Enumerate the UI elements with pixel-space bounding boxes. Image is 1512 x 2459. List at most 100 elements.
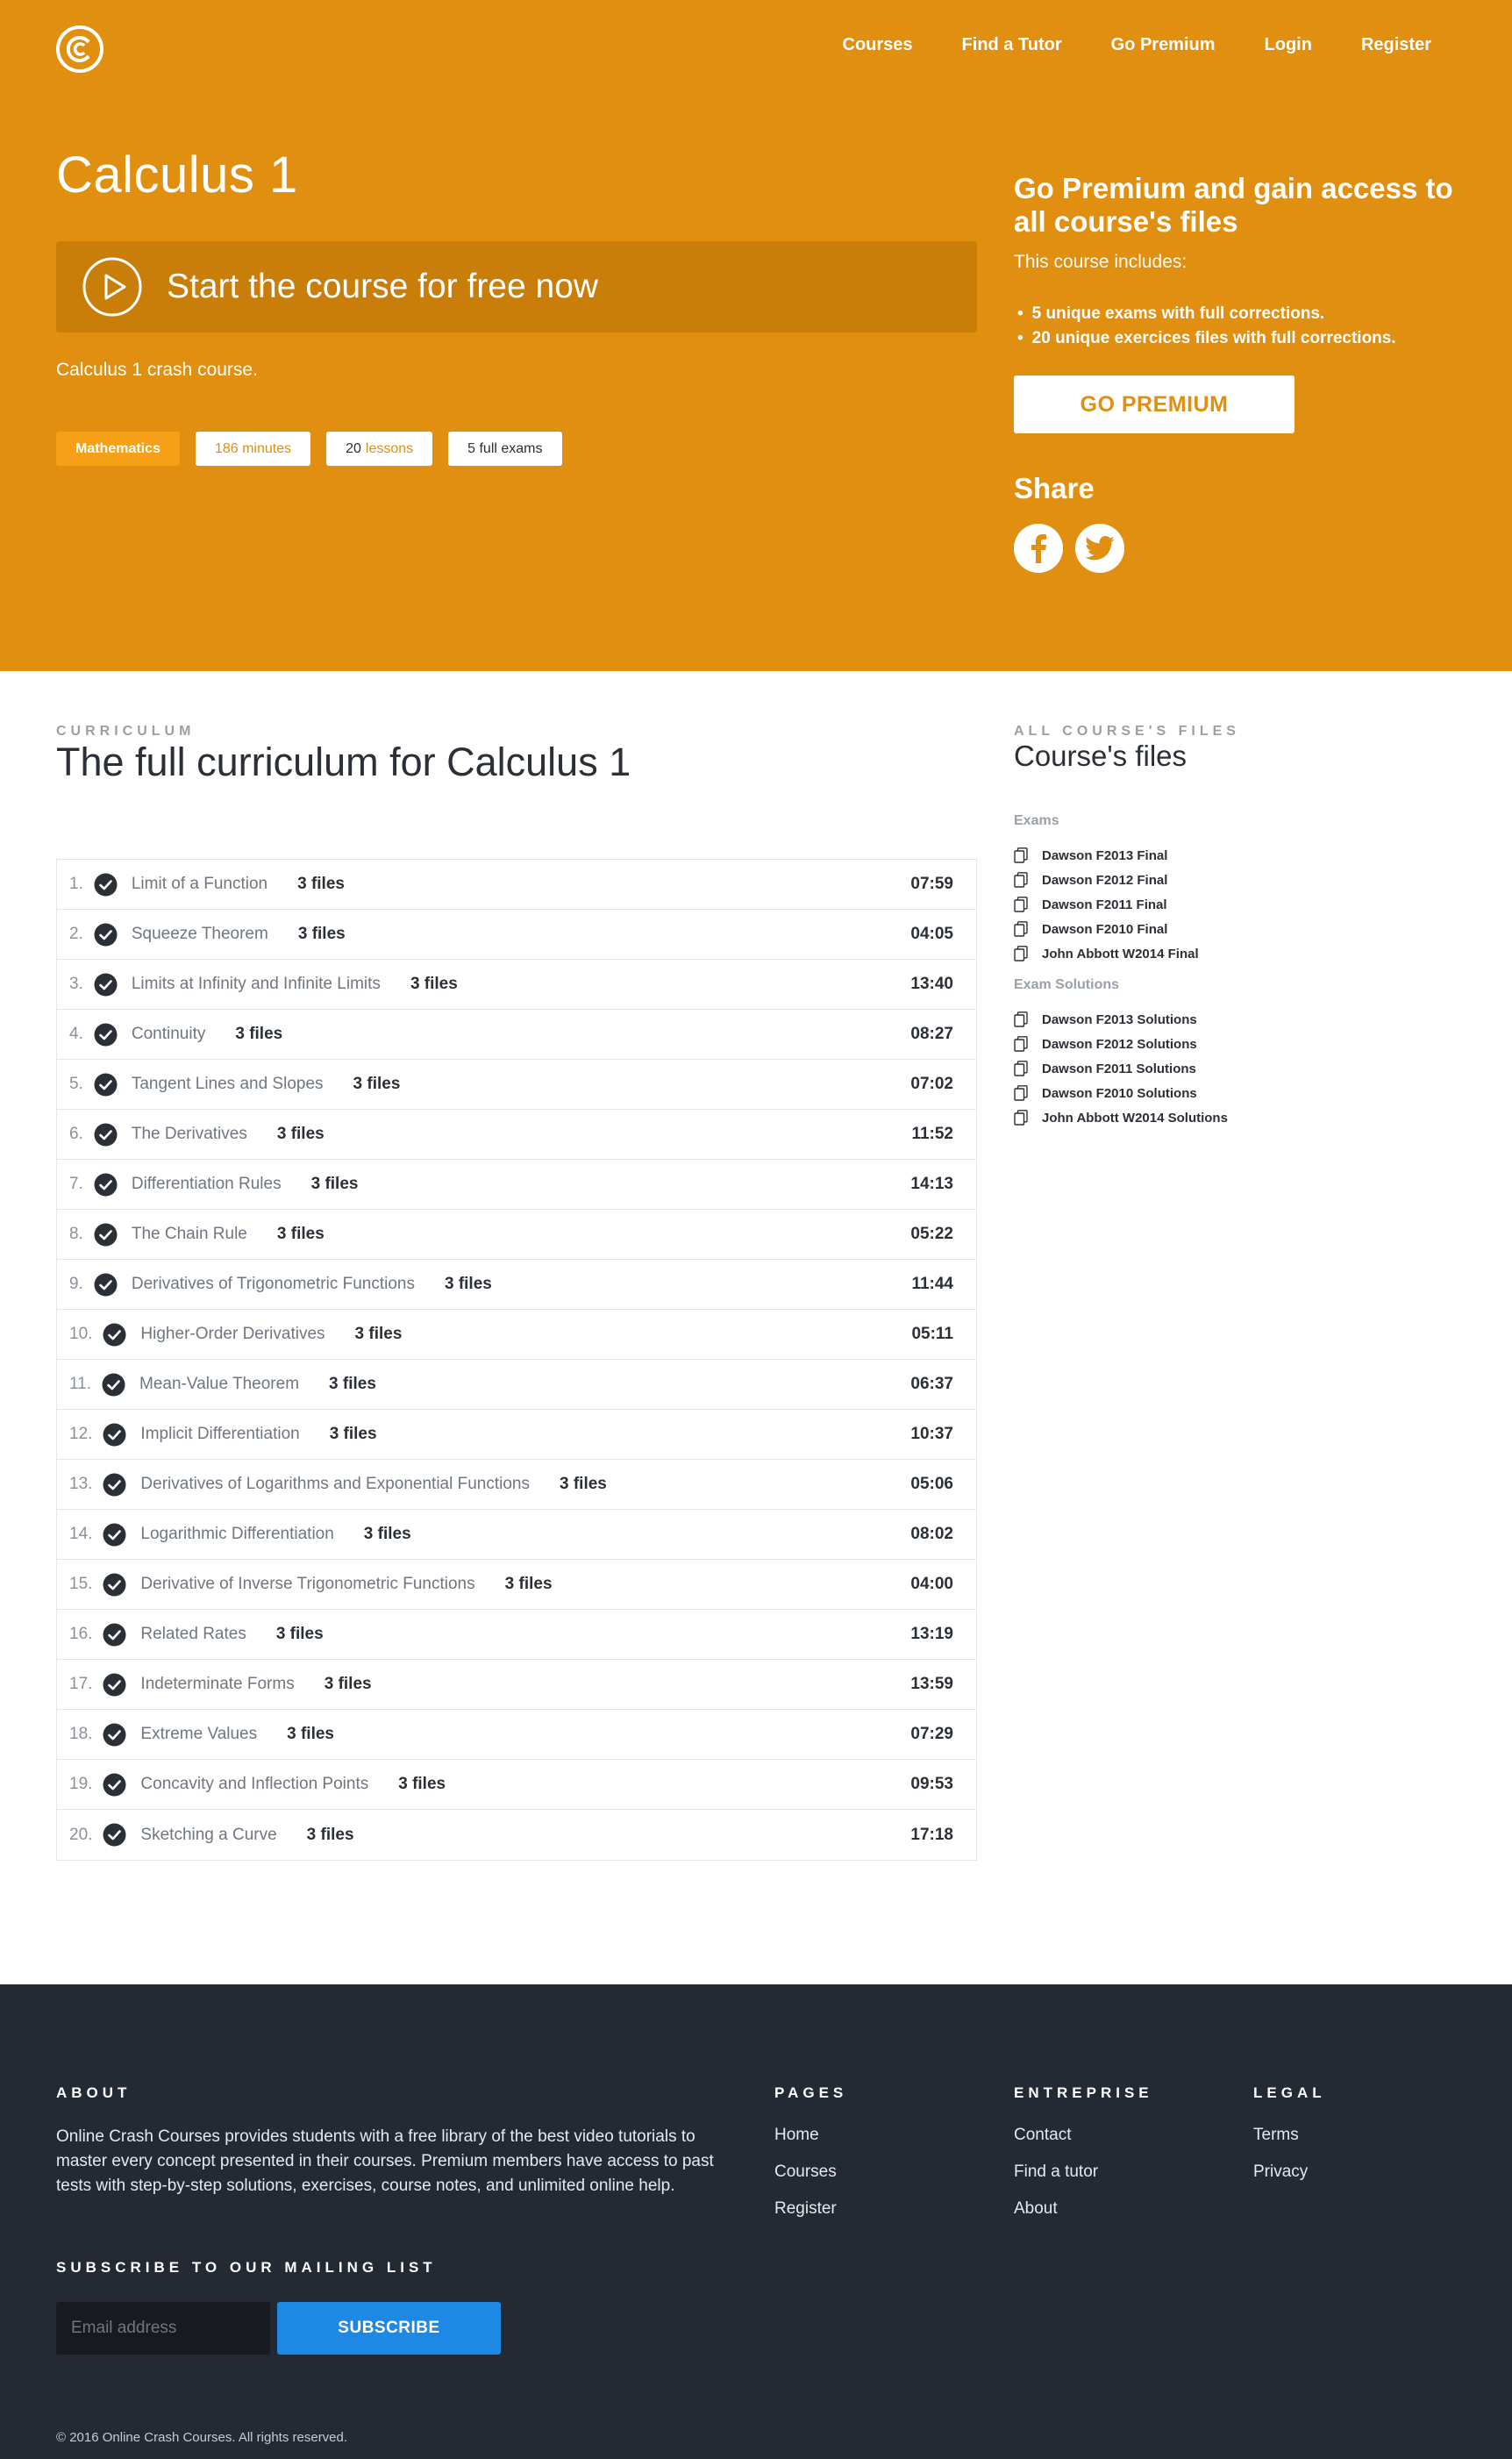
lesson-row[interactable]: 15. Derivative of Inverse Trigonometric F…: [57, 1560, 976, 1610]
lesson-row[interactable]: 17. Indeterminate Forms 3 files 13:59: [57, 1660, 976, 1710]
footer-link-find-a-tutor[interactable]: Find a tutor: [1014, 2154, 1098, 2191]
lesson-files-count[interactable]: 3 files: [410, 975, 458, 994]
footer-link-courses[interactable]: Courses: [774, 2154, 837, 2191]
nav-find-a-tutor[interactable]: Find a Tutor: [962, 35, 1062, 55]
lesson-files-count[interactable]: 3 files: [355, 1325, 403, 1344]
lesson-row[interactable]: 9. Derivatives of Trigonometric Functions…: [57, 1260, 976, 1310]
lesson-title[interactable]: Sketching a Curve: [140, 1826, 276, 1845]
lesson-row[interactable]: 6. The Derivatives 3 files 11:52: [57, 1110, 976, 1160]
lesson-row[interactable]: 10. Higher-Order Derivatives 3 files 05:11: [57, 1310, 976, 1360]
footer-link-contact[interactable]: Contact: [1014, 2117, 1098, 2154]
lesson-title[interactable]: Related Rates: [140, 1625, 246, 1644]
twitter-icon[interactable]: [1075, 524, 1124, 573]
lesson-files-count[interactable]: 3 files: [329, 1375, 376, 1394]
lesson-row[interactable]: 12. Implicit Differentiation 3 files 10:37: [57, 1410, 976, 1460]
lesson-row[interactable]: 3. Limits at Infinity and Infinite Limits…: [57, 960, 976, 1010]
lesson-title[interactable]: Concavity and Inflection Points: [140, 1775, 368, 1794]
lesson-files-count[interactable]: 3 files: [277, 1125, 325, 1144]
subject-tag[interactable]: Mathematics: [56, 432, 180, 466]
footer-link-register[interactable]: Register: [774, 2191, 837, 2227]
lesson-row[interactable]: 2. Squeeze Theorem 3 files 04:05: [57, 910, 976, 960]
lesson-row[interactable]: 16. Related Rates 3 files 13:19: [57, 1610, 976, 1660]
lesson-row[interactable]: 7. Differentiation Rules 3 files 14:13: [57, 1160, 976, 1210]
nav-login[interactable]: Login: [1265, 35, 1312, 55]
lesson-files-count[interactable]: 3 files: [445, 1275, 492, 1294]
nav-register[interactable]: Register: [1361, 35, 1431, 55]
lesson-title[interactable]: Tangent Lines and Slopes: [132, 1075, 324, 1094]
facebook-icon[interactable]: [1014, 524, 1063, 573]
file-name[interactable]: Dawson F2012 Final: [1042, 873, 1167, 888]
file-name[interactable]: John Abbott W2014 Final: [1042, 947, 1199, 961]
file-link[interactable]: Dawson F2012 Solutions: [1014, 1032, 1228, 1056]
lesson-files-count[interactable]: 3 files: [311, 1175, 359, 1194]
email-input[interactable]: [56, 2302, 270, 2355]
file-link[interactable]: Dawson F2010 Final: [1014, 917, 1199, 941]
footer-link-privacy[interactable]: Privacy: [1253, 2154, 1308, 2191]
lesson-files-count[interactable]: 3 files: [307, 1826, 354, 1845]
lesson-row[interactable]: 20. Sketching a Curve 3 files 17:18: [57, 1810, 976, 1860]
lesson-files-count[interactable]: 3 files: [364, 1525, 411, 1544]
lesson-title[interactable]: Derivative of Inverse Trigonometric Func…: [140, 1575, 474, 1594]
nav-go-premium[interactable]: Go Premium: [1111, 35, 1216, 55]
file-link[interactable]: John Abbott W2014 Solutions: [1014, 1105, 1228, 1130]
file-link[interactable]: Dawson F2013 Solutions: [1014, 1007, 1228, 1032]
file-link[interactable]: Dawson F2013 Final: [1014, 843, 1199, 868]
file-name[interactable]: John Abbott W2014 Solutions: [1042, 1111, 1228, 1126]
lesson-title[interactable]: Limit of a Function: [132, 875, 267, 894]
lesson-files-count[interactable]: 3 files: [298, 925, 346, 944]
lesson-row[interactable]: 5. Tangent Lines and Slopes 3 files 07:02: [57, 1060, 976, 1110]
file-name[interactable]: Dawson F2013 Solutions: [1042, 1012, 1197, 1027]
footer-link-terms[interactable]: Terms: [1253, 2117, 1308, 2154]
lesson-files-count[interactable]: 3 files: [297, 875, 345, 894]
lesson-title[interactable]: Limits at Infinity and Infinite Limits: [132, 975, 381, 994]
lesson-title[interactable]: Extreme Values: [140, 1725, 257, 1744]
lesson-title[interactable]: Derivatives of Trigonometric Functions: [132, 1275, 415, 1294]
lesson-row[interactable]: 4. Continuity 3 files 08:27: [57, 1010, 976, 1060]
subscribe-button[interactable]: SUBSCRIBE: [277, 2302, 501, 2355]
lesson-files-count[interactable]: 3 files: [276, 1625, 324, 1644]
lesson-files-count[interactable]: 3 files: [235, 1025, 282, 1044]
course-logo-icon[interactable]: [55, 25, 104, 74]
lesson-row[interactable]: 14. Logarithmic Differentiation 3 files 08:…: [57, 1510, 976, 1560]
lesson-files-count[interactable]: 3 files: [398, 1775, 446, 1794]
file-name[interactable]: Dawson F2010 Solutions: [1042, 1086, 1197, 1101]
go-premium-button[interactable]: GO PREMIUM: [1014, 375, 1294, 433]
lesson-title[interactable]: The Derivatives: [132, 1125, 247, 1144]
nav-courses[interactable]: Courses: [843, 35, 913, 55]
lesson-files-count[interactable]: 3 files: [353, 1075, 401, 1094]
lesson-title[interactable]: Indeterminate Forms: [140, 1675, 294, 1694]
lesson-title[interactable]: Differentiation Rules: [132, 1175, 282, 1194]
lesson-row[interactable]: 18. Extreme Values 3 files 07:29: [57, 1710, 976, 1760]
lesson-row[interactable]: 11. Mean-Value Theorem 3 files 06:37: [57, 1360, 976, 1410]
file-name[interactable]: Dawson F2012 Solutions: [1042, 1037, 1197, 1052]
lesson-files-count[interactable]: 3 files: [505, 1575, 553, 1594]
lesson-title[interactable]: Squeeze Theorem: [132, 925, 268, 944]
lesson-row[interactable]: 1. Limit of a Function 3 files 07:59: [57, 860, 976, 910]
lesson-files-count[interactable]: 3 files: [287, 1725, 334, 1744]
file-link[interactable]: Dawson F2011 Final: [1014, 892, 1199, 917]
lesson-title[interactable]: Continuity: [132, 1025, 206, 1044]
lesson-files-count[interactable]: 3 files: [560, 1475, 607, 1494]
file-name[interactable]: Dawson F2010 Final: [1042, 922, 1167, 937]
file-link[interactable]: John Abbott W2014 Final: [1014, 941, 1199, 966]
lesson-row[interactable]: 13. Derivatives of Logarithms and Exponen…: [57, 1460, 976, 1510]
lesson-title[interactable]: Higher-Order Derivatives: [140, 1325, 325, 1344]
lesson-title[interactable]: Mean-Value Theorem: [139, 1375, 299, 1394]
file-name[interactable]: Dawson F2011 Solutions: [1042, 1062, 1196, 1076]
file-link[interactable]: Dawson F2011 Solutions: [1014, 1056, 1228, 1081]
footer-link-home[interactable]: Home: [774, 2117, 837, 2154]
file-name[interactable]: Dawson F2011 Final: [1042, 897, 1167, 912]
lesson-files-count[interactable]: 3 files: [330, 1425, 377, 1444]
start-course-button[interactable]: Start the course for free now: [56, 241, 977, 332]
lesson-row[interactable]: 19. Concavity and Inflection Points 3 file…: [57, 1760, 976, 1810]
file-link[interactable]: Dawson F2010 Solutions: [1014, 1081, 1228, 1105]
lesson-row[interactable]: 8. The Chain Rule 3 files 05:22: [57, 1210, 976, 1260]
lesson-title[interactable]: Logarithmic Differentiation: [140, 1525, 333, 1544]
lesson-files-count[interactable]: 3 files: [277, 1225, 325, 1244]
footer-link-about[interactable]: About: [1014, 2191, 1098, 2227]
file-name[interactable]: Dawson F2013 Final: [1042, 848, 1167, 863]
lesson-title[interactable]: Implicit Differentiation: [140, 1425, 299, 1444]
lesson-title[interactable]: Derivatives of Logarithms and Exponentia…: [140, 1475, 530, 1494]
file-link[interactable]: Dawson F2012 Final: [1014, 868, 1199, 892]
lesson-title[interactable]: The Chain Rule: [132, 1225, 247, 1244]
